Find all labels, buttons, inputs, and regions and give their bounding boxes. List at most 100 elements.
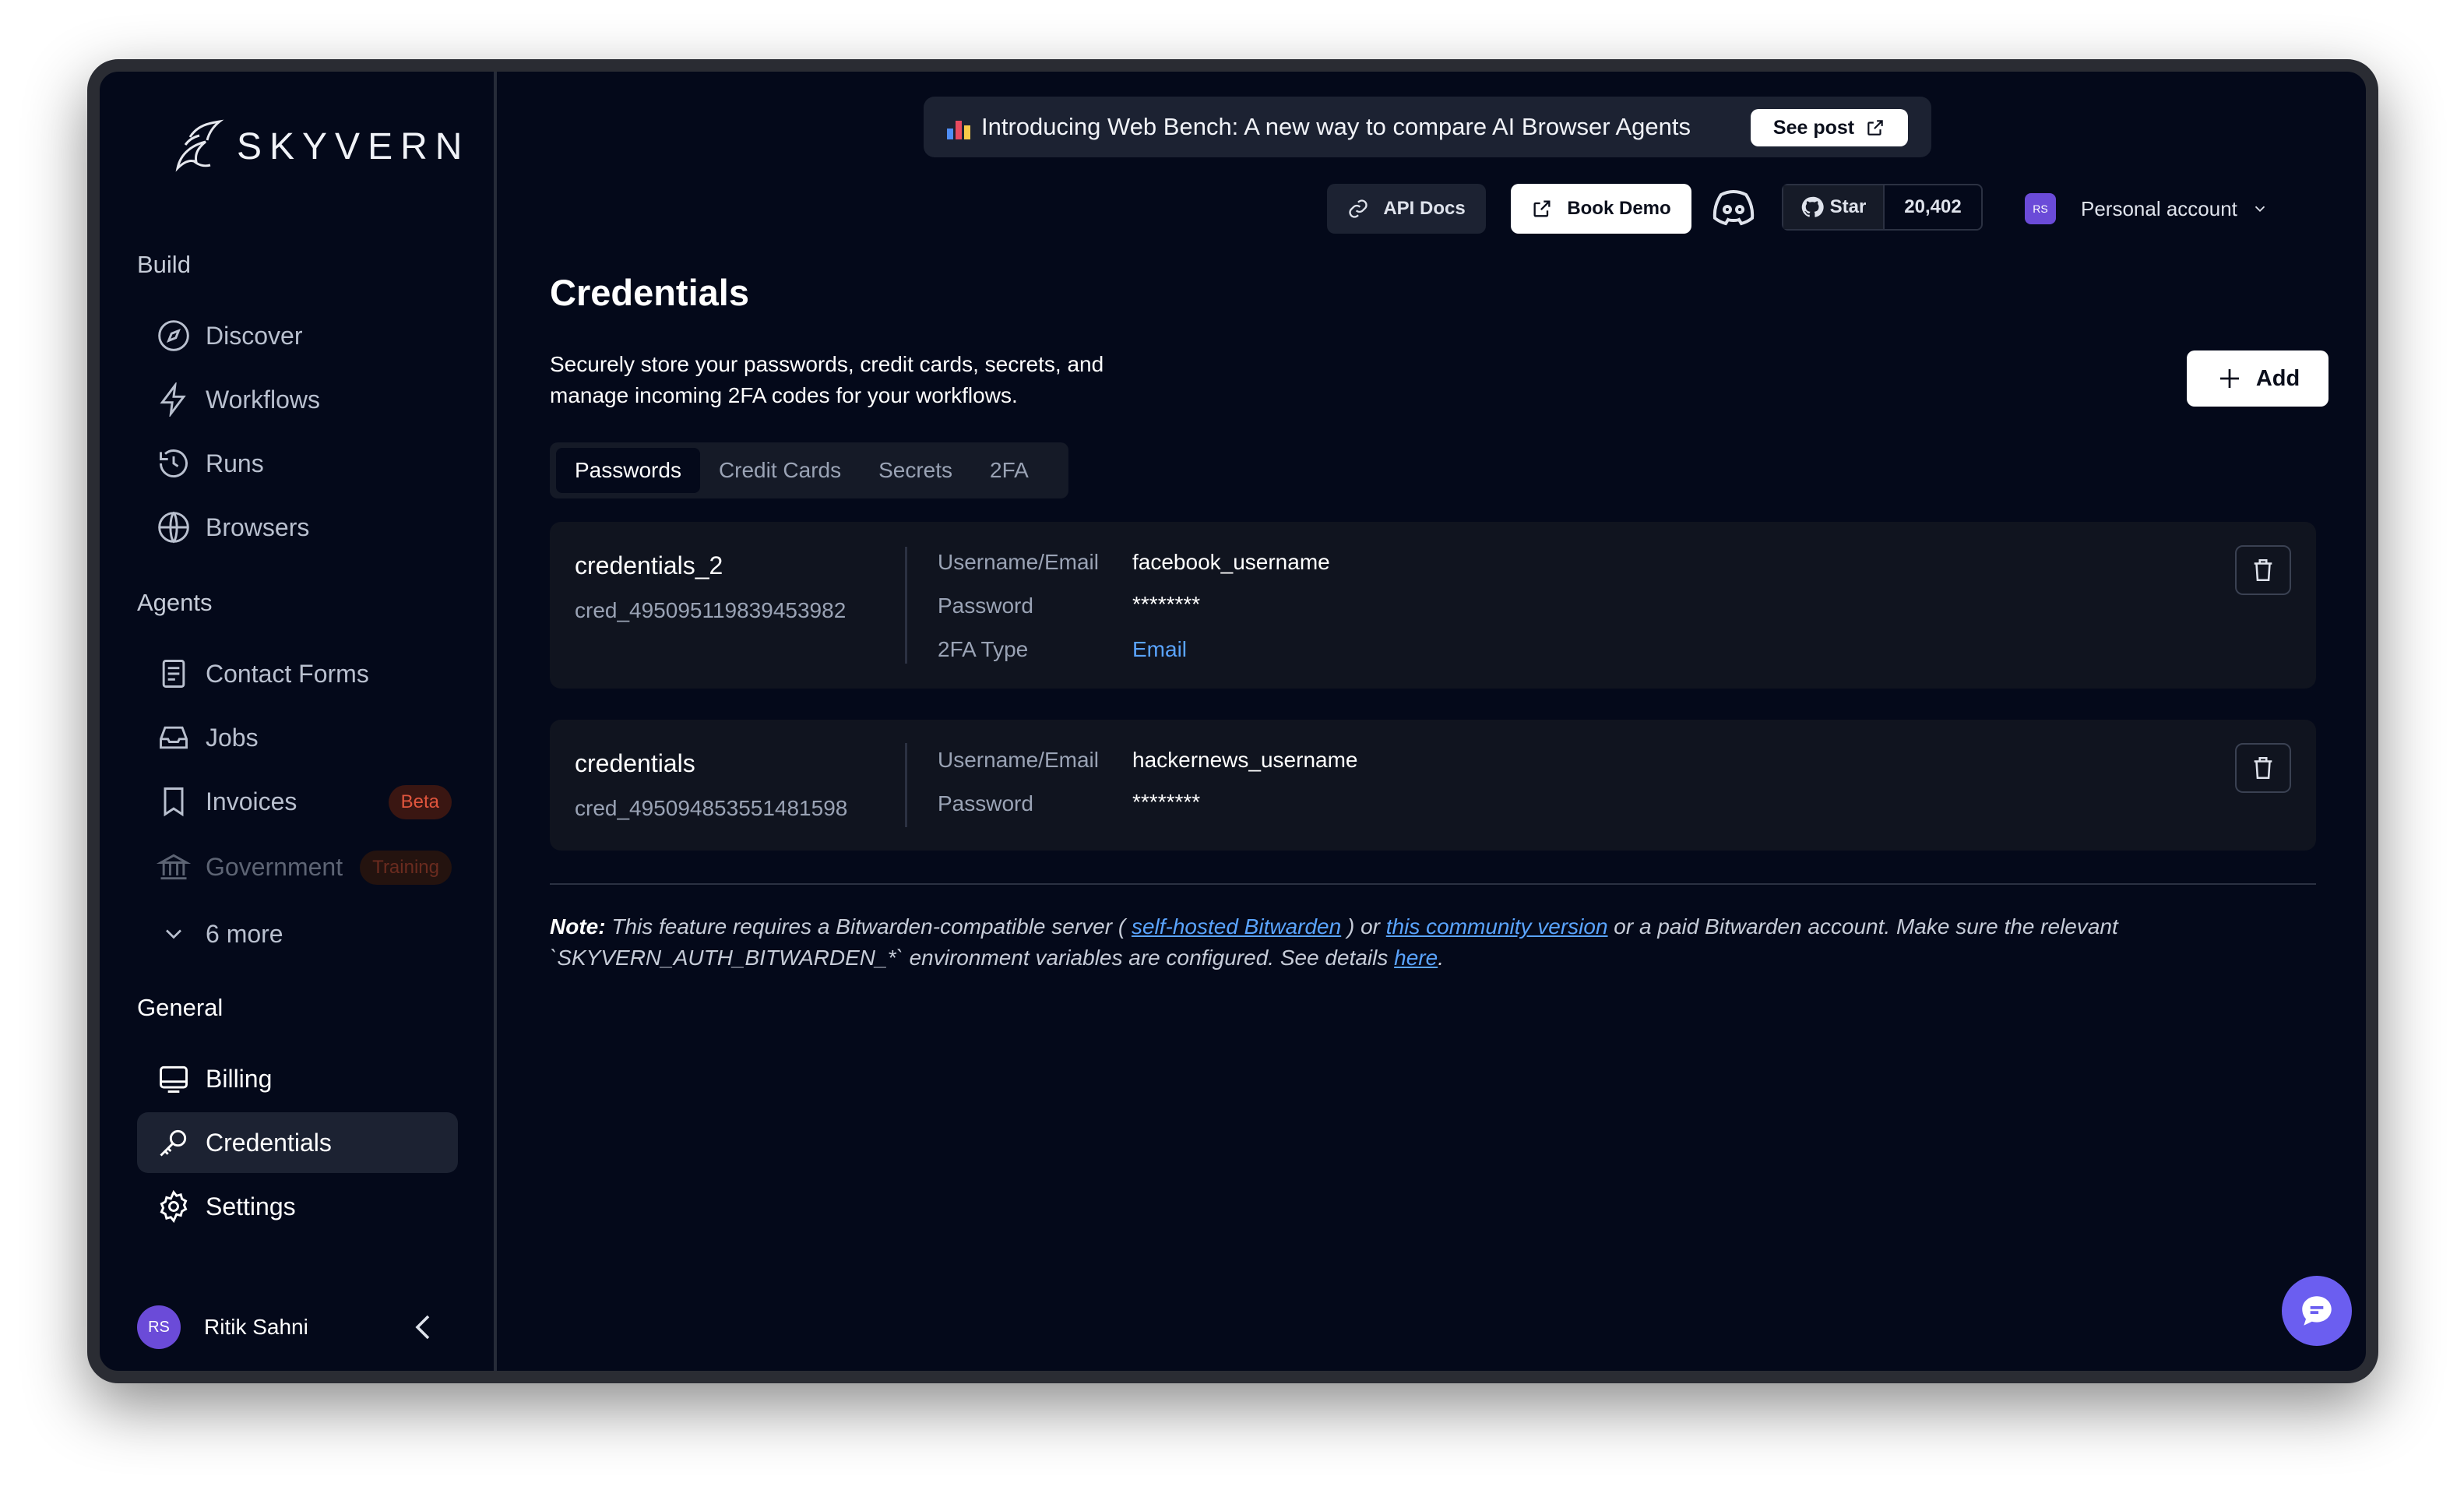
account-label: Personal account [2081, 196, 2237, 220]
card-divider [905, 743, 907, 827]
credential-card: credentials_2 cred_495095119839453982 Us… [550, 522, 2316, 689]
trash-icon [2254, 756, 2272, 780]
details-link[interactable]: here [1394, 946, 1438, 970]
github-icon [1801, 196, 1824, 217]
nav-item-discover[interactable]: Discover [137, 305, 458, 366]
community-version-link[interactable]: this community version [1386, 914, 1608, 939]
tab-credit-cards[interactable]: Credit Cards [700, 448, 860, 493]
app-window: SKYVERN Build Discover Workflows Runs Br… [87, 59, 2378, 1383]
credential-name: credentials [575, 749, 695, 777]
username-value: hackernews_username [1132, 748, 1358, 772]
plus-icon [2219, 369, 2239, 388]
note-text: . [1438, 946, 1444, 970]
note-text: This feature requires a Bitwarden-compat… [605, 914, 1132, 939]
nav-item-more[interactable]: 6 more [137, 903, 458, 964]
user-name: Ritik Sahni [204, 1315, 308, 1339]
credential-name: credentials_2 [575, 551, 723, 579]
chevron-down-icon [2255, 206, 2265, 213]
book-demo-label: Book Demo [1567, 198, 1671, 219]
nav-item-invoices[interactable]: Invoices Beta [137, 771, 458, 832]
section-title-agents: Agents [137, 589, 213, 616]
inbox-icon [156, 720, 192, 756]
nav-item-government[interactable]: Government Training [137, 837, 458, 897]
nav-item-label: Credentials [206, 1128, 332, 1157]
chat-icon [2302, 1296, 2332, 1326]
brand-name: SKYVERN [237, 125, 470, 167]
nav-item-jobs[interactable]: Jobs [137, 707, 458, 768]
tab-2fa[interactable]: 2FA [971, 448, 1047, 493]
api-docs-button[interactable]: API Docs [1327, 184, 1486, 234]
field-label: Username/Email [938, 748, 1099, 772]
github-star-widget[interactable]: Star 20,402 [1782, 184, 1983, 231]
external-link-icon [1867, 120, 1883, 136]
nav-item-browsers[interactable]: Browsers [137, 497, 458, 558]
note-text: ) or [1341, 914, 1386, 939]
beta-badge: Beta [388, 785, 452, 819]
delete-credential-button[interactable] [2235, 743, 2291, 793]
nav-item-label: Settings [206, 1192, 296, 1220]
nav-item-label: Billing [206, 1064, 273, 1093]
add-credential-button[interactable]: Add [2187, 350, 2328, 407]
discord-icon[interactable] [1710, 188, 1757, 226]
compass-icon [156, 318, 192, 354]
user-profile[interactable]: RS Ritik Sahni [137, 1304, 458, 1351]
see-post-button[interactable]: See post [1751, 109, 1908, 146]
card-divider [905, 547, 907, 664]
book-demo-button[interactable]: Book Demo [1511, 184, 1691, 234]
globe-icon [156, 509, 192, 545]
tab-secrets[interactable]: Secrets [860, 448, 971, 493]
add-label: Add [2255, 365, 2300, 391]
credential-tabs: Passwords Credit Cards Secrets 2FA [550, 442, 1068, 498]
nav-item-label: Workflows [206, 385, 320, 414]
bank-icon [156, 849, 192, 885]
billing-icon [156, 1061, 192, 1097]
nav-item-settings[interactable]: Settings [137, 1176, 458, 1237]
link-icon [1349, 199, 1368, 218]
skyvern-logo-icon [175, 119, 224, 172]
github-star-button[interactable]: Star [1783, 185, 1885, 229]
history-icon [156, 446, 192, 481]
chat-widget-button[interactable] [2282, 1276, 2352, 1346]
trash-icon [2254, 558, 2272, 582]
section-title-build: Build [137, 251, 191, 278]
note-label: Note: [550, 914, 606, 939]
nav-item-label: 6 more [206, 919, 283, 948]
nav-item-runs[interactable]: Runs [137, 433, 458, 494]
nav-item-contact-forms[interactable]: Contact Forms [137, 643, 458, 704]
field-label: Username/Email [938, 550, 1099, 574]
nav-item-label: Browsers [206, 513, 310, 541]
password-value: ******** [1132, 592, 1201, 616]
brand-logo[interactable]: SKYVERN [162, 114, 470, 179]
key-icon [156, 1125, 192, 1161]
tab-passwords[interactable]: Passwords [556, 448, 700, 493]
nav-item-label: Contact Forms [206, 659, 369, 688]
bar-chart-icon [947, 114, 972, 139]
field-label: 2FA Type [938, 637, 1029, 661]
banner-text: Introducing Web Bench: A new way to comp… [981, 113, 1691, 140]
account-switcher[interactable]: RS Personal account [2025, 185, 2269, 232]
page-title: Credentials [550, 272, 749, 313]
delete-credential-button[interactable] [2235, 545, 2291, 595]
bookmark-icon [156, 784, 192, 819]
password-value: ******** [1132, 790, 1201, 814]
github-star-count: 20,402 [1904, 196, 1962, 217]
main-content: Introducing Web Bench: A new way to comp… [500, 72, 2366, 1371]
sidebar: SKYVERN Build Discover Workflows Runs Br… [100, 72, 497, 1371]
nav-item-workflows[interactable]: Workflows [137, 369, 458, 430]
announcement-banner: Introducing Web Bench: A new way to comp… [924, 97, 1931, 157]
username-value: facebook_username [1132, 550, 1330, 574]
nav-item-label: Invoices [206, 787, 297, 815]
nav-item-label: Government [206, 852, 343, 881]
self-hosted-bitwarden-link[interactable]: self-hosted Bitwarden [1132, 914, 1341, 939]
nav-item-billing[interactable]: Billing [137, 1048, 458, 1109]
collapse-sidebar-icon[interactable] [405, 1309, 442, 1346]
field-label: Password [938, 594, 1033, 618]
external-link-icon [1533, 200, 1551, 217]
field-label: Password [938, 791, 1033, 815]
api-docs-label: API Docs [1383, 198, 1466, 219]
nav-item-credentials[interactable]: Credentials [137, 1112, 458, 1173]
credential-id: cred_495095119839453982 [575, 598, 847, 622]
chevron-down-icon [156, 916, 192, 952]
credential-card: credentials cred_495094853551481598 User… [550, 720, 2316, 851]
two-fa-type-value: Email [1132, 637, 1188, 661]
